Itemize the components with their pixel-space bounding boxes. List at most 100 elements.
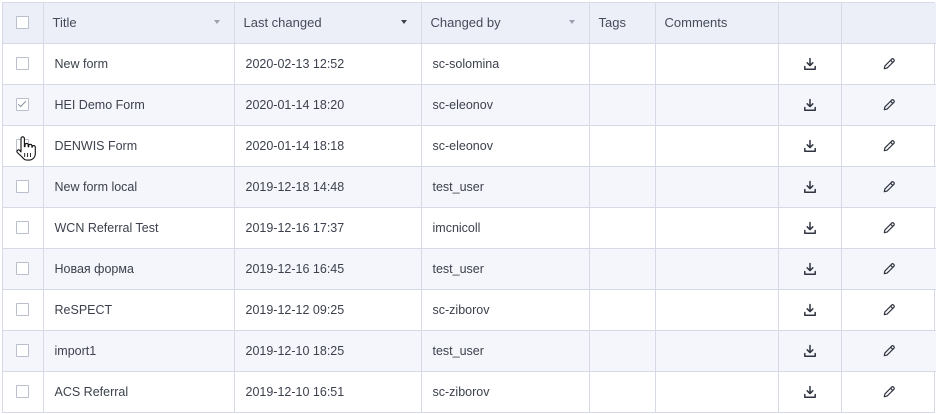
table-row[interactable]: import1 2019-12-10 18:25 test_user — [3, 330, 937, 372]
pencil-icon[interactable] — [842, 221, 937, 235]
form-title[interactable]: ACS Referral — [44, 385, 234, 399]
last-changed-cell: 2019-12-16 17:37 — [234, 207, 422, 249]
download-icon[interactable] — [779, 221, 841, 235]
last-changed-cell: 2020-01-14 18:20 — [234, 84, 422, 126]
pencil-icon[interactable] — [842, 385, 937, 399]
form-title[interactable]: HEI Demo Form — [44, 98, 234, 112]
sort-caret-icon[interactable] — [400, 20, 407, 24]
download-cell — [778, 166, 842, 208]
title-cell[interactable]: HEI Demo Form — [43, 84, 235, 126]
edit-cell — [841, 166, 937, 208]
changed-by-cell: test_user — [421, 330, 590, 372]
header-select-all[interactable] — [3, 3, 44, 44]
table-row[interactable]: DENWIS Form 2020-01-14 18:18 sc-eleonov — [3, 125, 937, 167]
last-changed-cell: 2020-02-13 12:52 — [234, 43, 422, 85]
form-title[interactable]: New form local — [44, 180, 234, 194]
changed-by-value: test_user — [432, 343, 484, 358]
tags-cell — [589, 330, 656, 372]
row-checkbox[interactable] — [16, 180, 30, 193]
last-changed-value: 2019-12-10 16:51 — [245, 384, 345, 399]
form-title[interactable]: import1 — [44, 344, 234, 358]
pencil-icon[interactable] — [842, 303, 937, 317]
download-cell — [778, 371, 842, 412]
tags-cell — [589, 289, 656, 331]
download-icon[interactable] — [779, 262, 841, 276]
changed-by-value: imcnicoll — [432, 220, 481, 235]
last-changed-cell: 2019-12-18 14:48 — [234, 166, 422, 208]
header-changed-by[interactable]: Changed by — [421, 3, 590, 44]
pencil-icon[interactable] — [842, 262, 937, 276]
download-icon[interactable] — [779, 139, 841, 153]
table-row[interactable]: Новая форма 2019-12-16 16:45 test_user — [3, 248, 937, 290]
edit-cell — [841, 330, 937, 372]
table-row[interactable]: HEI Demo Form 2020-01-14 18:20 sc-eleonov — [3, 84, 937, 126]
header-last-changed[interactable]: Last changed — [234, 3, 422, 44]
pencil-icon[interactable] — [842, 139, 937, 153]
row-select-cell[interactable] — [3, 43, 44, 85]
download-cell — [778, 84, 842, 126]
comments-cell — [655, 330, 779, 372]
tags-cell — [589, 166, 656, 208]
row-checkbox[interactable] — [16, 57, 30, 70]
header-title[interactable]: Title — [43, 3, 235, 44]
row-select-cell[interactable] — [3, 248, 44, 290]
sort-caret-icon[interactable] — [213, 20, 220, 24]
row-checkbox[interactable] — [16, 344, 30, 357]
table-row[interactable]: WCN Referral Test 2019-12-16 17:37 imcnico… — [3, 207, 937, 249]
row-select-cell[interactable] — [3, 125, 44, 167]
title-cell[interactable]: ReSPECT — [43, 289, 235, 331]
row-select-cell[interactable] — [3, 330, 44, 372]
download-icon[interactable] — [779, 98, 841, 112]
table-row[interactable]: New form 2020-02-13 12:52 sc-solomina — [3, 43, 937, 85]
select-all-checkbox[interactable] — [16, 16, 30, 30]
form-title[interactable]: WCN Referral Test — [44, 221, 234, 235]
title-cell[interactable]: import1 — [43, 330, 235, 372]
title-cell[interactable]: New form — [43, 43, 235, 85]
header-tags-label: Tags — [598, 15, 626, 31]
row-checkbox[interactable] — [16, 221, 30, 234]
edit-cell — [841, 371, 936, 412]
last-changed-value: 2019-12-12 09:25 — [245, 302, 345, 317]
pencil-icon[interactable] — [842, 180, 937, 194]
row-select-cell[interactable] — [3, 84, 44, 126]
table-row[interactable]: ACS Referral 2019-12-10 16:51 sc-ziborov — [3, 371, 936, 412]
row-checkbox[interactable] — [16, 303, 30, 316]
row-select-cell[interactable] — [3, 371, 44, 412]
download-icon[interactable] — [779, 385, 841, 399]
changed-by-cell: sc-eleonov — [421, 84, 590, 126]
row-select-cell[interactable] — [3, 166, 44, 208]
form-title[interactable]: ReSPECT — [44, 303, 234, 317]
row-checkbox[interactable] — [16, 139, 30, 152]
form-title[interactable]: New form — [44, 57, 234, 71]
row-select-cell[interactable] — [3, 207, 44, 249]
last-changed-value: 2019-12-16 17:37 — [245, 220, 345, 235]
changed-by-cell: sc-ziborov — [421, 371, 590, 412]
pencil-icon[interactable] — [842, 344, 937, 358]
pencil-icon[interactable] — [842, 57, 937, 71]
last-changed-value: 2019-12-10 18:25 — [245, 343, 345, 358]
sort-caret-icon[interactable] — [568, 20, 575, 24]
comments-cell — [655, 43, 779, 85]
row-checkbox[interactable] — [16, 98, 30, 111]
changed-by-cell: sc-solomina — [421, 43, 590, 85]
tags-cell — [589, 43, 656, 85]
title-cell[interactable]: DENWIS Form — [43, 125, 235, 167]
download-icon[interactable] — [779, 57, 841, 71]
download-icon[interactable] — [779, 344, 841, 358]
title-cell[interactable]: New form local — [43, 166, 235, 208]
table-row[interactable]: ReSPECT 2019-12-12 09:25 sc-ziborov — [3, 289, 937, 331]
table-row[interactable]: New form local 2019-12-18 14:48 test_user — [3, 166, 937, 208]
row-checkbox[interactable] — [16, 262, 30, 275]
last-changed-value: 2019-12-16 16:45 — [245, 261, 345, 276]
form-title[interactable]: DENWIS Form — [44, 139, 234, 153]
row-select-cell[interactable] — [3, 289, 44, 331]
edit-cell — [841, 84, 937, 126]
title-cell[interactable]: Новая форма — [43, 248, 235, 290]
title-cell[interactable]: ACS Referral — [43, 371, 235, 412]
title-cell[interactable]: WCN Referral Test — [43, 207, 235, 249]
download-icon[interactable] — [779, 180, 841, 194]
row-checkbox[interactable] — [16, 385, 30, 399]
form-title[interactable]: Новая форма — [44, 262, 234, 276]
pencil-icon[interactable] — [842, 98, 937, 112]
download-icon[interactable] — [779, 303, 841, 317]
